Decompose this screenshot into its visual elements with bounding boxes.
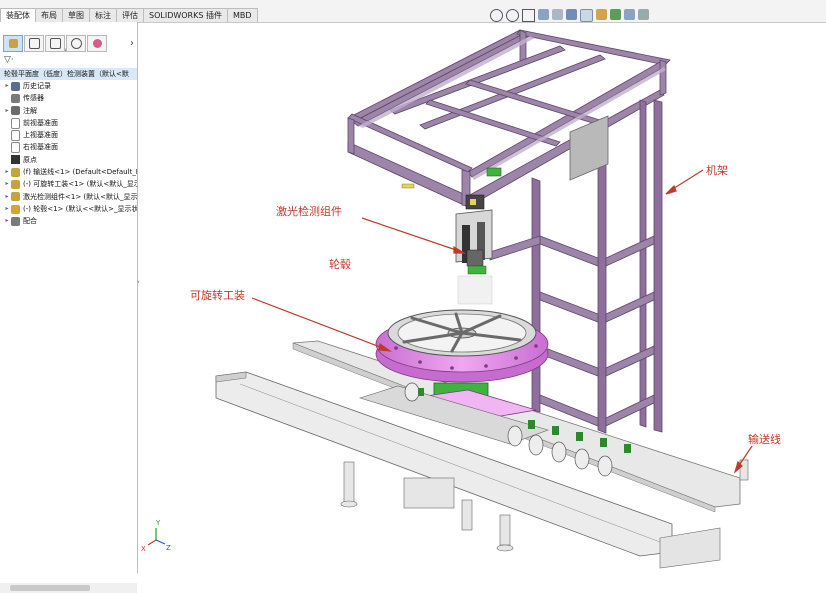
tree-item-label: 历史记录 (23, 82, 51, 90)
annotation-icon (11, 106, 20, 116)
assembly-icon (11, 180, 20, 190)
tree-item-label: 上视基准面 (23, 131, 58, 140)
tree-item-label: (-) 轮毂<1> (默认<<默认>_显示状 (23, 204, 137, 213)
tree-item[interactable]: ▸ 激光检测组件<1> (默认<默认_显示 (0, 191, 137, 203)
triad-z-label: Z (166, 544, 171, 552)
tab-3[interactable]: 标注 (89, 8, 117, 22)
view-settings-icon[interactable] (638, 9, 649, 20)
callout-rotatable-fixture: 可旋转工装 (190, 289, 245, 302)
expand-arrow-icon[interactable]: ▸ (3, 80, 11, 92)
tree-item-label: 激光检测组件<1> (默认<默认_显示 (23, 192, 137, 201)
filter-icon[interactable]: ▽· (4, 55, 14, 65)
assembly-icon (11, 192, 20, 202)
callout-laser-assembly: 激光检测组件 (276, 205, 342, 218)
zoom-to-fit-icon[interactable] (490, 9, 503, 22)
configuration-icon (49, 37, 61, 49)
property-manager-icon (28, 37, 40, 49)
tree-item-label: (-) 可旋转工装<1> (默认<默认_显示 (23, 180, 137, 189)
scrollbar-thumb[interactable] (10, 585, 90, 591)
feature-tree: 轮毂平面度（低度）检测装置（默认<默 ▸ 历史记录传感器 ▸ 注解前视基准面上视基准面… (0, 68, 137, 228)
hide-show-items-icon[interactable] (596, 9, 607, 20)
expand-arrow-icon[interactable]: ▸ (3, 105, 11, 117)
triad-x-label: X (141, 545, 146, 553)
expand-arrow-icon[interactable]: ▸ (3, 215, 11, 227)
callout-conveyor: 输送线 (748, 433, 781, 446)
heads-up-toolbar (490, 9, 649, 22)
tab-6[interactable]: MBD (226, 8, 258, 22)
part-icon (11, 204, 20, 214)
origin-icon (11, 155, 20, 165)
tab-0[interactable]: 装配体 (0, 8, 36, 22)
tree-item[interactable]: ▸ 历史记录 (0, 80, 137, 92)
feature-manager-tab[interactable] (3, 34, 23, 52)
tree-item-label: (f) 输送线<1> (Default<Default_D (23, 168, 137, 177)
display-manager-tab[interactable] (87, 34, 107, 52)
triad-y-label: Y (155, 519, 161, 527)
expand-arrow-icon[interactable]: ▸ (3, 203, 11, 215)
configuration-manager-tab[interactable] (45, 34, 65, 52)
tab-4[interactable]: 评估 (116, 8, 144, 22)
expand-arrow-icon[interactable]: ▸ (3, 166, 11, 178)
mates-icon (11, 216, 20, 226)
section-view-icon[interactable] (538, 9, 549, 20)
assembly-icon (11, 167, 20, 177)
tab-5[interactable]: SOLIDWORKS 插件 (143, 8, 228, 22)
laser-detection-assembly (455, 194, 493, 305)
view-orientation-icon[interactable] (566, 9, 577, 20)
tree-item[interactable]: ▸ 配合 (0, 215, 137, 227)
tree-item-label: 右视基准面 (23, 143, 58, 152)
panel-tab-strip: › (0, 34, 140, 52)
dynamic-annotation-icon[interactable] (552, 9, 563, 20)
crosshair-icon (70, 37, 82, 49)
property-manager-tab[interactable] (24, 34, 44, 52)
tree-item[interactable]: 原点 (0, 154, 137, 166)
tree-item[interactable]: 右视基准面 (0, 141, 137, 154)
callout-hub: 轮毂 (329, 258, 351, 271)
tree-item[interactable]: 前视基准面 (0, 117, 137, 129)
tree-item[interactable]: 上视基准面 (0, 129, 137, 141)
tree-item[interactable]: ▸ 注解 (0, 105, 137, 117)
callout-frame: 机架 (706, 164, 728, 177)
tree-item[interactable]: ▸ (-) 轮毂<1> (默认<<默认>_显示状 (0, 203, 137, 215)
frame-sensor-block (486, 167, 502, 177)
expand-arrow-icon[interactable]: ▸ (3, 178, 11, 190)
plane-icon (11, 129, 20, 141)
tab-1[interactable]: 布局 (35, 8, 63, 22)
plane-icon (11, 142, 20, 154)
sensor-icon (11, 93, 20, 103)
command-manager-tabbar: 装配体 布局 草图 标注 评估 SOLIDWORKS 插件 MBD (0, 0, 826, 23)
feature-manager-panel: ▲ › ▽· 轮毂平面度（低度）检测装置（默认<默 ▸历史记录传感器▸注解前视基… (0, 22, 140, 593)
command-tabs: 装配体 布局 草图 标注 评估 SOLIDWORKS 插件 MBD (0, 8, 258, 22)
tree-item-label: 传感器 (23, 94, 44, 103)
tree-item-label: 配合 (23, 217, 37, 226)
appearance-icon (92, 38, 102, 48)
tree-item-label: 前视基准面 (23, 118, 58, 127)
tree-item[interactable]: ▸ (-) 可旋转工装<1> (默认<默认_显示 (0, 178, 137, 190)
tree-item[interactable]: ▸ (f) 输送线<1> (Default<Default_D (0, 166, 137, 178)
display-style-icon[interactable] (580, 9, 593, 22)
tab-2[interactable]: 草图 (62, 8, 90, 22)
plane-icon (11, 117, 20, 129)
panel-horizontal-scrollbar[interactable] (0, 583, 137, 593)
history-icon (11, 81, 20, 91)
tree-root-assembly[interactable]: 轮毂平面度（低度）检测装置（默认<默 (0, 68, 137, 80)
zoom-area-icon[interactable] (506, 9, 519, 22)
frame-bracket-yellow (401, 183, 415, 189)
more-tabs-chevron[interactable]: › (130, 38, 134, 49)
edit-appearance-icon[interactable] (610, 9, 621, 20)
view-triad: Y X Z (141, 519, 171, 553)
tree-item-label: 原点 (23, 155, 37, 164)
dimxpert-manager-tab[interactable] (66, 34, 86, 52)
apply-scene-icon[interactable] (624, 9, 635, 20)
tree-item-label: 注解 (23, 106, 37, 115)
tree-item[interactable]: 传感器 (0, 92, 137, 104)
feature-tree-icon (8, 38, 18, 48)
previous-view-icon[interactable] (522, 9, 535, 22)
expand-arrow-icon[interactable]: ▸ (3, 191, 11, 203)
